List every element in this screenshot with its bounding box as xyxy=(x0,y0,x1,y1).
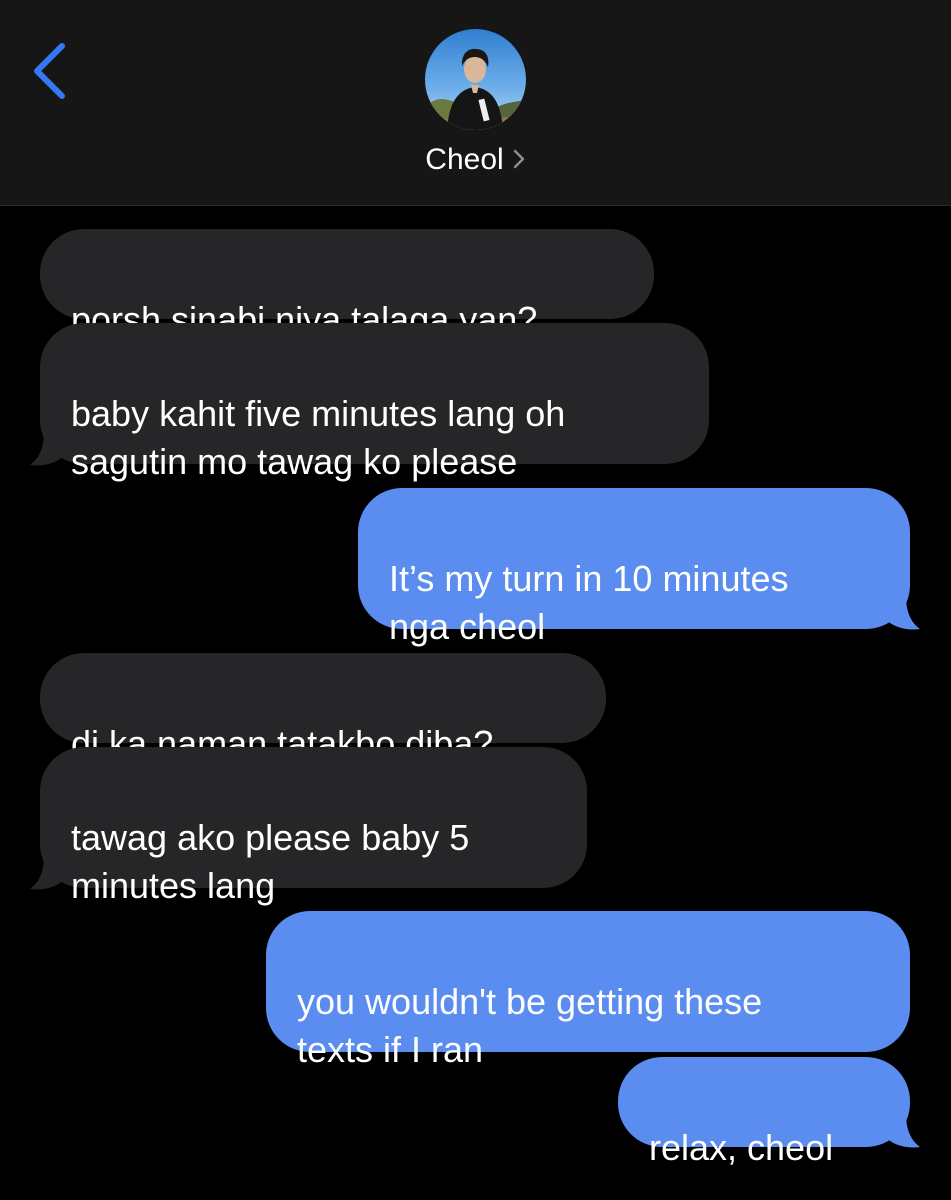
contact-name: Cheol xyxy=(425,143,504,176)
received-message-bubble[interactable]: di ka naman tatakbo diba? xyxy=(40,653,606,764)
sent-message-bubble[interactable]: It’s my turn in 10 minutes nga cheol xyxy=(358,488,910,647)
bubble-tail xyxy=(884,596,920,630)
bubble-tail xyxy=(884,1114,920,1148)
received-message-bubble[interactable]: baby kahit five minutes lang oh sagutin … xyxy=(40,323,709,482)
chevron-left-icon xyxy=(34,43,65,99)
sent-message-bubble[interactable]: you wouldn't be getting these texts if I… xyxy=(266,911,910,1070)
chevron-right-icon xyxy=(513,149,524,169)
message-text: baby kahit five minutes lang oh sagutin … xyxy=(71,393,566,482)
bubble-tail xyxy=(30,432,66,466)
received-message-bubble[interactable]: porsh sinabi niya talaga yan? xyxy=(40,229,654,340)
contact-name-button[interactable]: Cheol xyxy=(0,140,951,180)
back-button[interactable] xyxy=(28,38,76,104)
message-text: relax, cheol xyxy=(649,1127,834,1168)
sent-message-bubble[interactable]: relax, cheol xyxy=(618,1057,910,1168)
message-text: tawag ako please baby 5 minutes lang xyxy=(71,817,470,906)
message-thread[interactable]: porsh sinabi niya talaga yan? baby kahit… xyxy=(0,205,951,1200)
contact-avatar[interactable] xyxy=(425,29,526,130)
conversation-header: Cheol xyxy=(0,0,951,206)
message-text: It’s my turn in 10 minutes nga cheol xyxy=(389,558,789,647)
received-message-bubble[interactable]: tawag ako please baby 5 minutes lang xyxy=(40,747,587,906)
bubble-tail xyxy=(30,856,66,890)
